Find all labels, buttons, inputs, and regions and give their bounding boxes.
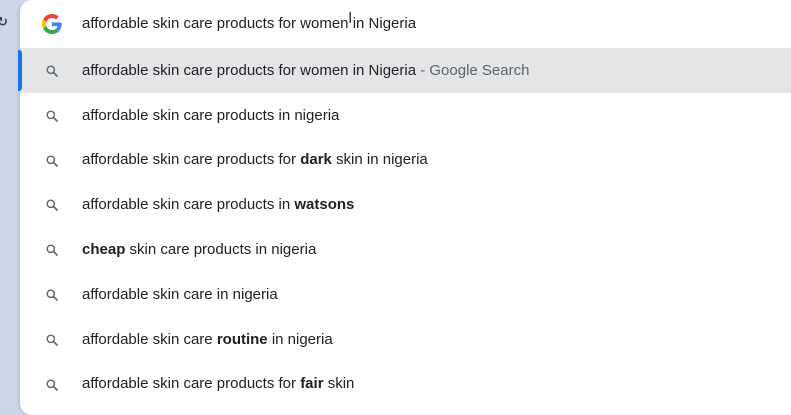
suggestion-text-part: affordable skin care [82, 330, 217, 348]
suggestion-text: affordable skin care products in watsons [82, 196, 354, 213]
suggestion-text-part: in nigeria [267, 330, 333, 348]
suggestion-bold-term: fair [300, 375, 324, 393]
suggestion-text-part: skin [323, 375, 355, 393]
suggestion-text-part: affordable skin care products in [82, 196, 295, 214]
suggestion-item[interactable]: affordable skin care products in nigeria [20, 93, 791, 138]
search-icon [46, 154, 58, 167]
suggestion-item[interactable]: affordable skin care products for fair s… [20, 362, 791, 407]
search-icon [46, 333, 58, 346]
omnibox-query-text[interactable]: affordable skin care products for women … [82, 15, 416, 32]
suggestion-text-part: affordable skin care products for [82, 375, 301, 393]
suggestion-text: affordable skin care products for fair s… [82, 375, 354, 392]
suggestion-item[interactable]: affordable skin care products for women … [18, 48, 791, 93]
suggestion-text: affordable skin care products for dark s… [82, 151, 428, 168]
reload-icon[interactable]: ↻ [0, 14, 8, 30]
suggestion-item[interactable]: affordable skin care in nigeria [20, 272, 791, 317]
omnibox-input-row[interactable]: affordable skin care products for women … [20, 0, 791, 48]
suggestion-text: affordable skin care in nigeria [82, 286, 278, 303]
search-icon [46, 64, 58, 77]
suggestion-text: affordable skin care products for women … [82, 62, 529, 79]
suggestion-item[interactable]: affordable skin care products for dark s… [20, 138, 791, 183]
suggestion-bold-term: watsons [294, 196, 355, 214]
suggestion-text: cheap skin care products in nigeria [82, 241, 316, 258]
suggestion-text: affordable skin care products in nigeria [82, 107, 339, 124]
omnibox-suggestion-dropdown: affordable skin care products for women … [18, 0, 791, 415]
suggestion-text-part: affordable skin care products in nigeria [82, 106, 340, 124]
suggestion-item[interactable]: affordable skin care routine in nigeria [20, 317, 791, 362]
search-icon [46, 109, 58, 122]
suggestion-bold-term: cheap [82, 241, 126, 259]
search-icon [46, 198, 58, 212]
search-icon [46, 288, 58, 301]
suggestion-list: affordable skin care products for women … [18, 48, 791, 407]
suggestion-text-part: affordable skin care in nigeria [82, 285, 278, 303]
suggestion-text-part: affordable skin care products for women … [82, 61, 417, 79]
search-icon [46, 243, 58, 256]
suggestion-item[interactable]: cheap skin care products in nigeria [20, 227, 791, 272]
suggestion-item[interactable]: affordable skin care products in watsons [20, 182, 791, 227]
suggestion-text-part: skin in nigeria [331, 151, 428, 169]
search-icon [46, 378, 58, 391]
google-g-icon [42, 14, 62, 34]
suggestion-suffix: - Google Search [416, 61, 530, 79]
text-cursor-icon: I [348, 10, 353, 27]
suggestion-text: affordable skin care routine in nigeria [82, 331, 333, 348]
suggestion-bold-term: dark [300, 151, 332, 169]
suggestion-text-part: affordable skin care products for [82, 151, 301, 169]
suggestion-bold-term: routine [216, 330, 268, 348]
suggestion-text-part: skin care products in nigeria [125, 241, 317, 259]
browser-background-strip: ↻ [0, 0, 20, 415]
